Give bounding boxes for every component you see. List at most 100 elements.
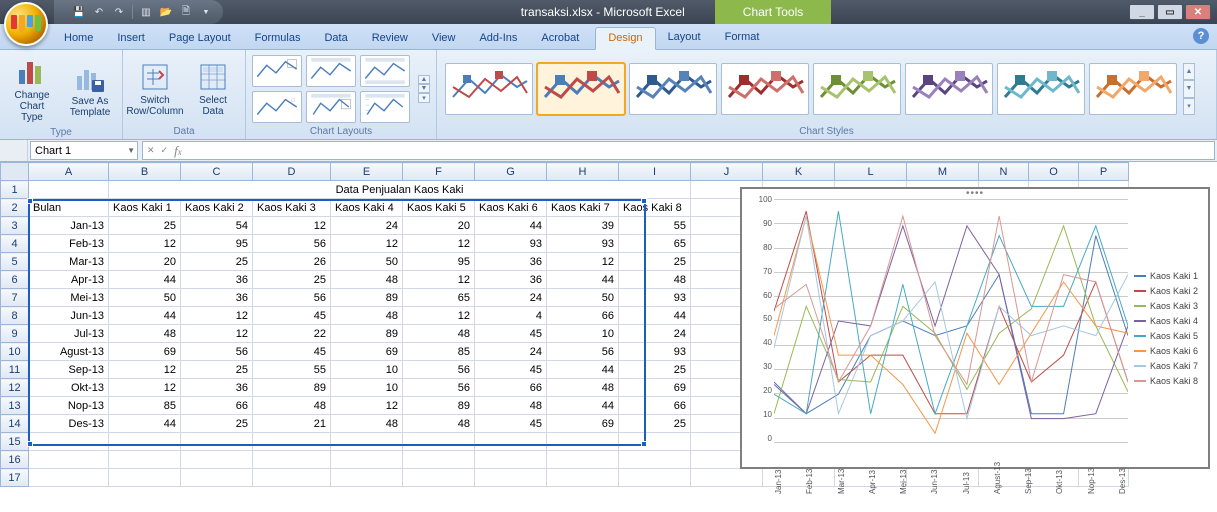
row-header-10[interactable]: 10 <box>1 343 29 361</box>
svg-text:⬚: ⬚ <box>291 97 296 102</box>
tab-view[interactable]: View <box>420 28 468 49</box>
data-cell: 89 <box>331 325 403 343</box>
row-header-5[interactable]: 5 <box>1 253 29 271</box>
row-header-15[interactable]: 15 <box>1 433 29 451</box>
chart-style-6[interactable] <box>905 63 993 115</box>
close-button[interactable]: ✕ <box>1185 4 1211 20</box>
fx-icon[interactable]: fx <box>174 143 182 159</box>
row-header-16[interactable]: 16 <box>1 451 29 469</box>
col-header-M[interactable]: M <box>907 163 979 181</box>
col-header-N[interactable]: N <box>979 163 1029 181</box>
col-header-P[interactable]: P <box>1079 163 1129 181</box>
chart-style-7[interactable] <box>997 63 1085 115</box>
row-header-14[interactable]: 14 <box>1 415 29 433</box>
col-header-C[interactable]: C <box>181 163 253 181</box>
data-cell: Mei-13 <box>29 289 109 307</box>
row-header-6[interactable]: 6 <box>1 271 29 289</box>
row-header-9[interactable]: 9 <box>1 325 29 343</box>
data-cell: 12 <box>109 379 181 397</box>
tab-insert[interactable]: Insert <box>105 28 157 49</box>
embedded-chart[interactable]: •••• 1009080706050403020100 Jan-13Feb-13… <box>740 187 1210 469</box>
data-cell: 48 <box>403 325 475 343</box>
row-header-2[interactable]: 2 <box>1 199 29 217</box>
chart-style-1[interactable] <box>445 63 533 115</box>
fx-enter-icon[interactable]: ✓ <box>161 145 169 156</box>
chart-style-8[interactable] <box>1089 63 1177 115</box>
data-cell: 65 <box>403 289 475 307</box>
data-cell: 95 <box>181 235 253 253</box>
row-header-8[interactable]: 8 <box>1 307 29 325</box>
save-icon[interactable]: 💾 <box>72 5 86 19</box>
data-cell: 12 <box>403 271 475 289</box>
tab-design[interactable]: Design <box>595 27 655 50</box>
office-button[interactable] <box>4 2 48 46</box>
row-header-7[interactable]: 7 <box>1 289 29 307</box>
data-cell: 25 <box>619 361 691 379</box>
data-cell: 12 <box>331 397 403 415</box>
col-header-I[interactable]: I <box>619 163 691 181</box>
row-header-4[interactable]: 4 <box>1 235 29 253</box>
tab-review[interactable]: Review <box>360 28 420 49</box>
col-header-E[interactable]: E <box>331 163 403 181</box>
row-header-3[interactable]: 3 <box>1 217 29 235</box>
row-header-11[interactable]: 11 <box>1 361 29 379</box>
worksheet-grid[interactable]: ABCDEFGHIJKLMNOP1Data Penjualan Kaos Kak… <box>0 162 1217 512</box>
data-cell: 25 <box>181 253 253 271</box>
style-gallery-scroll[interactable]: ▲▼▾ <box>1183 63 1195 115</box>
row-header-12[interactable]: 12 <box>1 379 29 397</box>
chart-style-3[interactable] <box>629 63 717 115</box>
layout-gallery-scroll[interactable]: ▲▼▾ <box>418 75 430 103</box>
data-cell: 48 <box>109 325 181 343</box>
col-header-K[interactable]: K <box>763 163 835 181</box>
formula-input[interactable] <box>186 145 1214 157</box>
col-header-J[interactable]: J <box>691 163 763 181</box>
minimize-button[interactable]: _ <box>1129 4 1155 20</box>
row-header-17[interactable]: 17 <box>1 469 29 487</box>
name-box[interactable]: Chart 1▼ <box>30 141 138 160</box>
row-header-13[interactable]: 13 <box>1 397 29 415</box>
redo-icon[interactable]: ↷ <box>112 5 126 19</box>
tab-home[interactable]: Home <box>52 28 105 49</box>
select-data-button[interactable]: Select Data <box>187 59 239 119</box>
save-as-template-button[interactable]: Save As Template <box>64 60 116 120</box>
col-header-H[interactable]: H <box>547 163 619 181</box>
col-header-L[interactable]: L <box>835 163 907 181</box>
data-cell: 20 <box>109 253 181 271</box>
data-cell: Nop-13 <box>29 397 109 415</box>
tab-format[interactable]: Format <box>713 27 772 49</box>
select-all-corner[interactable] <box>1 163 29 181</box>
col-header-B[interactable]: B <box>109 163 181 181</box>
chart-layout-gallery[interactable]: ⬚ <box>252 55 410 123</box>
switch-row-column-button[interactable]: Switch Row/Column <box>129 59 181 119</box>
col-header-A[interactable]: A <box>29 163 109 181</box>
tab-layout[interactable]: Layout <box>656 27 713 49</box>
chart-style-5[interactable] <box>813 63 901 115</box>
data-cell: 12 <box>109 361 181 379</box>
undo-icon[interactable]: ↶ <box>92 5 106 19</box>
data-cell: 24 <box>331 217 403 235</box>
col-header-D[interactable]: D <box>253 163 331 181</box>
ribbon-group-data: Switch Row/Column Select Data Data <box>123 50 246 139</box>
col-header-F[interactable]: F <box>403 163 475 181</box>
data-cell: 55 <box>253 361 331 379</box>
help-icon[interactable]: ? <box>1193 28 1209 44</box>
data-cell: 48 <box>475 397 547 415</box>
tab-addins[interactable]: Add-Ins <box>467 28 529 49</box>
row-header-1[interactable]: 1 <box>1 181 29 199</box>
open-folder-icon[interactable]: 📂 <box>159 5 173 19</box>
print-preview-icon[interactable]: 🗎 <box>179 5 193 19</box>
tab-data[interactable]: Data <box>312 28 359 49</box>
chart-style-2[interactable] <box>537 63 625 115</box>
qat-more-icon[interactable]: ▼ <box>199 5 213 19</box>
tab-formulas[interactable]: Formulas <box>243 28 313 49</box>
fx-cancel-icon[interactable]: ✕ <box>147 145 155 156</box>
maximize-button[interactable]: ▭ <box>1157 4 1183 20</box>
tab-acrobat[interactable]: Acrobat <box>529 28 591 49</box>
col-header-G[interactable]: G <box>475 163 547 181</box>
change-chart-type-button[interactable]: Change Chart Type <box>6 54 58 125</box>
new-icon[interactable]: ▥ <box>139 5 153 19</box>
chart-style-gallery[interactable]: ▲▼▾ <box>443 59 1197 119</box>
tab-page-layout[interactable]: Page Layout <box>157 28 243 49</box>
chart-style-4[interactable] <box>721 63 809 115</box>
col-header-O[interactable]: O <box>1029 163 1079 181</box>
